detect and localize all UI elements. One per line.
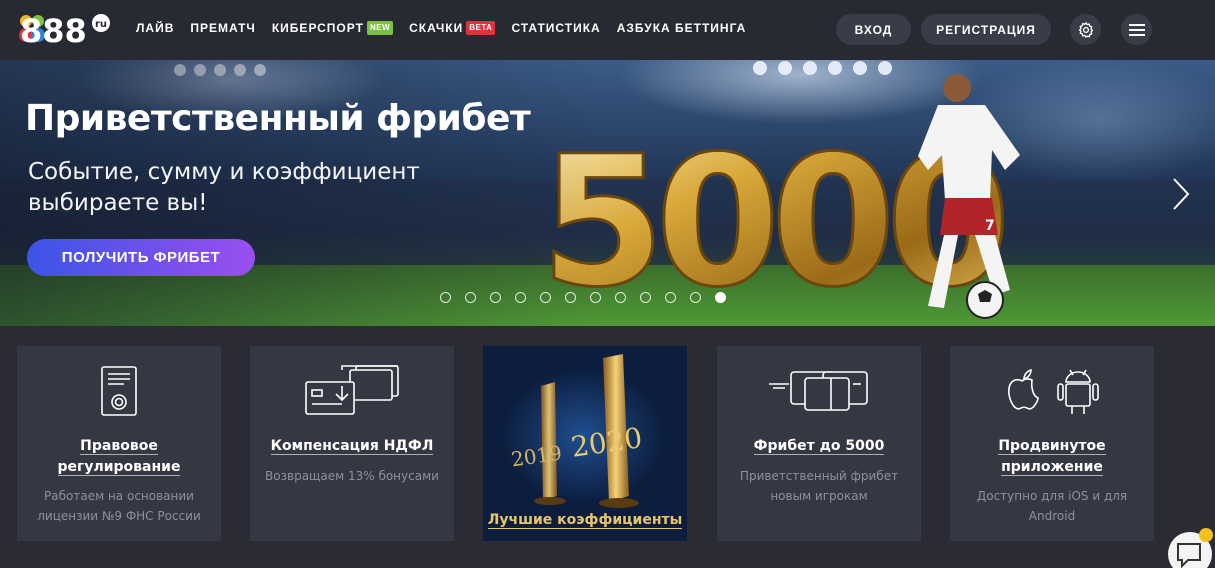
card-title: Правовое регулирование [57, 438, 181, 476]
apple-android-icon [1008, 368, 1099, 414]
logo-text: 888 [20, 12, 87, 47]
gear-icon [1078, 21, 1093, 38]
chevron-right-icon [1173, 178, 1190, 210]
card-title: Лучшие коэффициенты [487, 512, 683, 529]
carousel-dot[interactable] [490, 292, 501, 303]
card-title: Фрибет до 5000 [753, 438, 885, 455]
card-description: Приветственный фрибет новым игрокам [739, 469, 899, 503]
notification-dot [1199, 528, 1213, 542]
carousel-dot[interactable] [615, 292, 626, 303]
carousel-dot[interactable] [665, 292, 676, 303]
carousel-dot[interactable] [540, 292, 551, 303]
nav-prematch[interactable]: ПРЕМАТЧ [190, 21, 255, 35]
carousel-dot[interactable] [440, 292, 451, 303]
card-advanced-app[interactable]: Продвинутое приложение Доступно для iOS … [950, 346, 1154, 541]
hamburger-icon [1128, 23, 1145, 36]
card-description: Доступно для iOS и для Android [976, 489, 1128, 523]
nav-horse-racing[interactable]: СКАЧКИ BETA [409, 21, 496, 35]
nav-esports[interactable]: КИБЕРСПОРТ NEW [272, 21, 394, 35]
carousel-next-button[interactable] [1166, 176, 1194, 212]
logo-suffix: ru [95, 19, 107, 30]
login-button[interactable]: ВХОД [836, 14, 911, 45]
nav-betting-abc[interactable]: АЗБУКА БЕТТИНГА [617, 21, 747, 35]
top-header: 888 ru ЛАЙВ ПРЕМАТЧ КИБЕРСПОРТ NEW СКАЧКИ… [0, 0, 1215, 60]
carousel-dot[interactable] [640, 292, 651, 303]
carousel-dot-active[interactable] [715, 292, 726, 303]
carousel-dot[interactable] [565, 292, 576, 303]
player-number: 7 [985, 218, 995, 234]
beta-badge: BETA [466, 21, 496, 35]
nav-statistics[interactable]: СТАТИСТИКА [511, 21, 600, 35]
menu-button[interactable] [1121, 14, 1152, 45]
license-document-icon [101, 366, 137, 416]
carousel-dot[interactable] [515, 292, 526, 303]
logo[interactable]: 888 ru [18, 11, 118, 47]
carousel-dot[interactable] [465, 292, 476, 303]
card-title: Продвинутое приложение [998, 438, 1106, 476]
card-description: Работаем на основании лицензии №9 ФНС Ро… [37, 489, 201, 523]
get-freebet-button[interactable]: ПОЛУЧИТЬ ФРИБЕТ [27, 239, 255, 276]
nav-live[interactable]: ЛАЙВ [136, 21, 174, 35]
banner-title: Приветственный фрибет [25, 98, 531, 139]
card-reader-icon [305, 365, 399, 415]
card-best-odds[interactable]: 2019 2020 Лучшие коэффициенты [483, 346, 687, 541]
register-button[interactable]: РЕГИСТРАЦИЯ [921, 14, 1051, 45]
settings-button[interactable] [1070, 14, 1101, 45]
card-legal-regulation[interactable]: Правовое регулирование Работаем на основ… [17, 346, 221, 541]
card-ndfl-compensation[interactable]: Компенсация НДФЛ Возвращаем 13% бонусами [250, 346, 454, 541]
main-nav: ЛАЙВ ПРЕМАТЧ КИБЕРСПОРТ NEW СКАЧКИ BETA СТ… [136, 21, 746, 35]
banner-subtitle: Событие, сумму и коэффициент выбираете в… [28, 159, 420, 216]
carousel-dot[interactable] [590, 292, 601, 303]
new-badge: NEW [366, 21, 394, 35]
promo-banner[interactable]: 5000 7 Приветственный фрибет Событие, су… [0, 60, 1215, 326]
card-description: Возвращаем 13% бонусами [265, 469, 439, 483]
card-freebet[interactable]: Фрибет до 5000 Приветственный фрибет нов… [717, 346, 921, 541]
cards-icon [769, 371, 868, 411]
carousel-dot[interactable] [690, 292, 701, 303]
card-title: Компенсация НДФЛ [270, 438, 434, 455]
carousel-dots [440, 292, 726, 303]
